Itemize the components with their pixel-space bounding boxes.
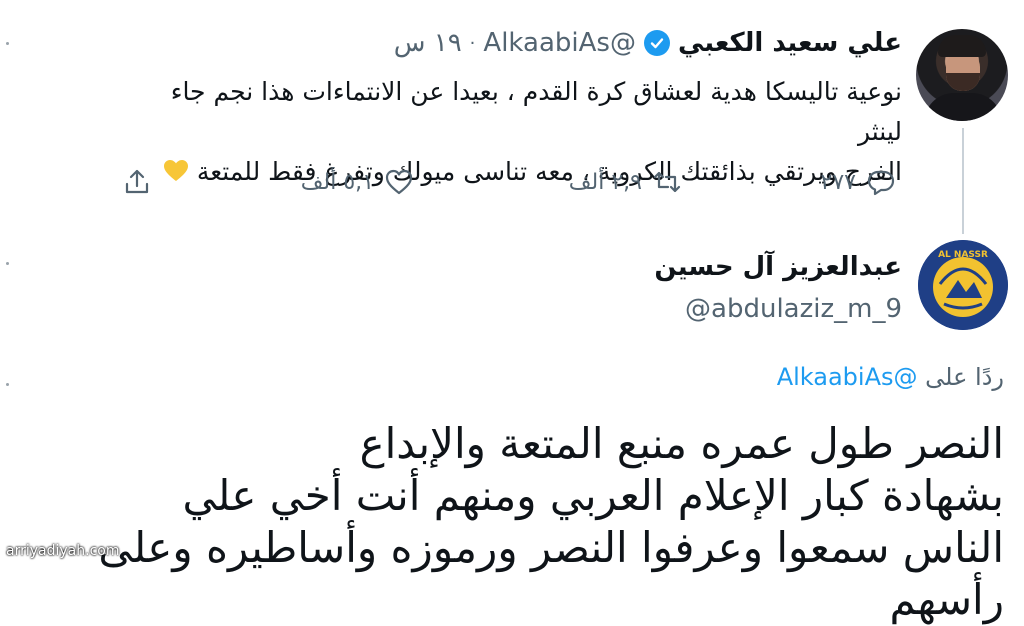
reply-icon (867, 170, 895, 196)
tweet-text: نوعية تاليسكا هدية لعشاق كرة القدم ، بعي… (122, 72, 902, 192)
like-count: ٥,١ ألف (300, 169, 374, 195)
reply-prefix: ردًا على (925, 363, 1004, 391)
al-nassr-logo-icon: AL NASSR (918, 240, 1008, 330)
display-name[interactable]: علي سعيد الكعبي (678, 28, 902, 58)
display-name[interactable]: عبدالعزيز آل حسين (654, 252, 902, 282)
reply-mention-link[interactable]: @AlkaabiAs (777, 363, 918, 391)
tweet-header: علي سعيد الكعبي @AlkaabiAs · ١٩ س (394, 28, 902, 58)
watermark: arriyadiyah.com (6, 543, 120, 559)
user-handle[interactable]: @AlkaabiAs (483, 28, 636, 58)
avatar-al-nassr-logo[interactable]: AL NASSR (918, 240, 1008, 330)
thread-line (962, 128, 964, 234)
retweet-count: ٢,٩ ألف (568, 169, 642, 195)
like-button[interactable]: ٥,١ ألف (301, 166, 414, 198)
edge-dot (6, 262, 9, 265)
svg-text:AL NASSR: AL NASSR (938, 250, 988, 260)
heart-icon (385, 169, 413, 195)
retweet-button[interactable]: ٢,٩ ألف (569, 166, 682, 198)
edge-dot (6, 383, 9, 386)
tweet-text-line: بشهادة كبار الإعلام العربي ومنهم أنت أخي… (182, 471, 1004, 520)
timestamp[interactable]: ١٩ س (394, 28, 462, 58)
verified-badge-icon (643, 30, 670, 56)
separator: · (469, 32, 476, 54)
replying-to: ردًا على @AlkaabiAs (777, 363, 1004, 391)
edge-dot (6, 42, 9, 45)
avatar-alkaabi[interactable] (916, 29, 1008, 121)
tweet-text: النصر طول عمره منبع المتعة والإبداع بشها… (14, 418, 1004, 626)
tweet-text-line: نوعية تاليسكا هدية لعشاق كرة القدم ، بعي… (170, 77, 902, 146)
user-handle[interactable]: @abdulaziz_m_9 (685, 294, 902, 324)
tweet-text-line: النصر طول عمره منبع المتعة والإبداع (359, 419, 1004, 468)
reply-button[interactable]: ٢٧٧ (821, 166, 896, 198)
share-icon (125, 169, 149, 194)
tweet-text-line: الناس سمعوا وعرفوا النصر ورموزه وأساطيره… (98, 523, 1004, 624)
yellow-heart-icon (163, 160, 188, 181)
reply-count: ٢٧٧ (820, 169, 856, 195)
retweet-icon (653, 171, 681, 193)
share-button[interactable] (122, 166, 152, 198)
